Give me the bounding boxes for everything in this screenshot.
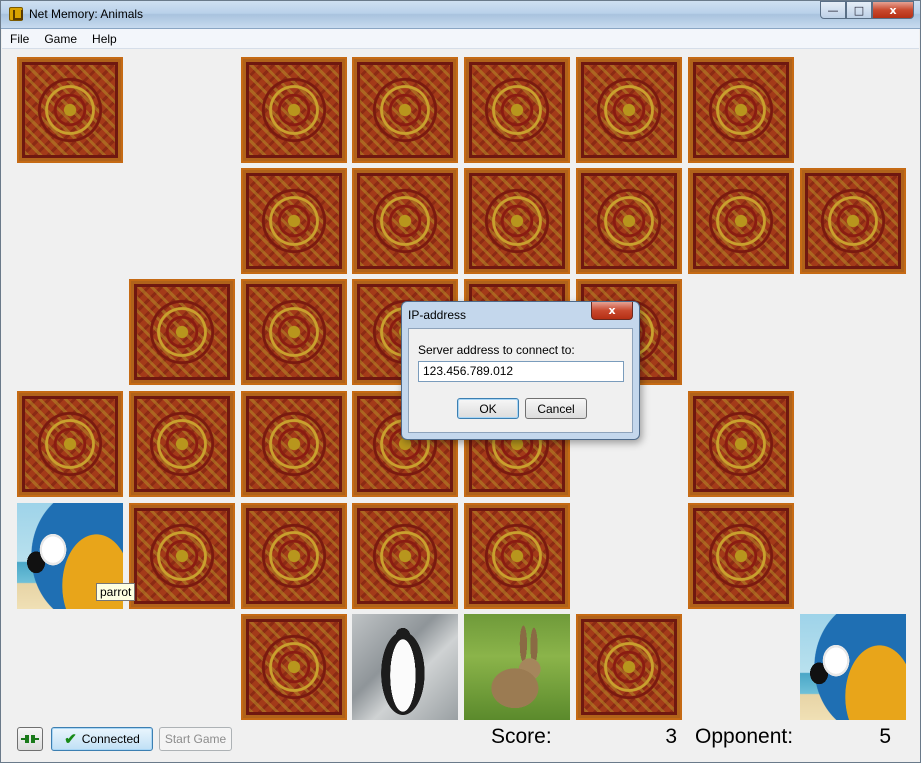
card-face-down[interactable] bbox=[129, 279, 235, 385]
opponent-label: Opponent: bbox=[695, 725, 794, 748]
card-face-down[interactable] bbox=[688, 168, 794, 274]
window-controls: — □ x bbox=[820, 1, 914, 19]
card-face-down[interactable] bbox=[241, 391, 347, 497]
opponent-value: 5 bbox=[879, 725, 891, 748]
maximize-button[interactable]: □ bbox=[846, 1, 872, 19]
connected-label: Connected bbox=[81, 732, 140, 746]
card-face-down[interactable] bbox=[241, 57, 347, 163]
card-face-down[interactable] bbox=[576, 57, 682, 163]
card-face-down[interactable] bbox=[688, 57, 794, 163]
card-face-down[interactable] bbox=[688, 503, 794, 609]
score-value: 3 bbox=[665, 725, 677, 748]
connected-button[interactable]: ✔ Connected bbox=[51, 727, 153, 751]
card-face-down[interactable] bbox=[241, 168, 347, 274]
checkmark-icon: ✔ bbox=[64, 730, 77, 748]
menu-file[interactable]: File bbox=[3, 32, 36, 46]
dialog-close-button[interactable]: x bbox=[591, 302, 633, 320]
card-face-down[interactable] bbox=[17, 57, 123, 163]
score-label: Score: bbox=[491, 725, 552, 748]
dialog-title: IP-address bbox=[408, 308, 467, 322]
card-revealed-parrot[interactable] bbox=[800, 614, 906, 720]
app-icon bbox=[9, 7, 23, 21]
card-face-down[interactable] bbox=[129, 391, 235, 497]
start-game-button[interactable]: Start Game bbox=[159, 727, 232, 751]
server-address-label: Server address to connect to: bbox=[418, 343, 575, 357]
title-bar: Net Memory: Animals — □ x bbox=[1, 1, 920, 29]
menu-help[interactable]: Help bbox=[85, 32, 124, 46]
connect-button[interactable] bbox=[17, 727, 43, 751]
app-window: Net Memory: Animals — □ x File Game Help… bbox=[0, 0, 921, 763]
dialog-body: Server address to connect to: 123.456.78… bbox=[408, 328, 633, 433]
menu-game[interactable]: Game bbox=[37, 32, 84, 46]
card-face-down[interactable] bbox=[464, 168, 570, 274]
menu-bar: File Game Help bbox=[2, 29, 919, 49]
ip-address-dialog: IP-address x Server address to connect t… bbox=[401, 301, 640, 440]
card-face-down[interactable] bbox=[352, 168, 458, 274]
minimize-button[interactable]: — bbox=[820, 1, 846, 19]
card-face-down[interactable] bbox=[241, 503, 347, 609]
plug-icon bbox=[21, 733, 39, 745]
card-face-down[interactable] bbox=[464, 57, 570, 163]
cancel-button[interactable]: Cancel bbox=[525, 398, 587, 419]
card-face-down[interactable] bbox=[129, 503, 235, 609]
card-face-down[interactable] bbox=[688, 391, 794, 497]
server-address-input[interactable]: 123.456.789.012 bbox=[418, 361, 624, 382]
card-face-down[interactable] bbox=[464, 503, 570, 609]
card-face-down[interactable] bbox=[800, 168, 906, 274]
card-face-down[interactable] bbox=[576, 614, 682, 720]
card-face-down[interactable] bbox=[576, 168, 682, 274]
card-face-down[interactable] bbox=[241, 279, 347, 385]
card-face-down[interactable] bbox=[352, 57, 458, 163]
card-face-down[interactable] bbox=[352, 503, 458, 609]
close-button[interactable]: x bbox=[872, 1, 914, 19]
card-face-down[interactable] bbox=[241, 614, 347, 720]
ok-button[interactable]: OK bbox=[457, 398, 519, 419]
window-title: Net Memory: Animals bbox=[29, 7, 144, 21]
card-revealed-rabbit[interactable] bbox=[464, 614, 570, 720]
card-face-down[interactable] bbox=[17, 391, 123, 497]
card-revealed-penguin[interactable] bbox=[352, 614, 458, 720]
card-tooltip: parrot bbox=[96, 583, 136, 601]
